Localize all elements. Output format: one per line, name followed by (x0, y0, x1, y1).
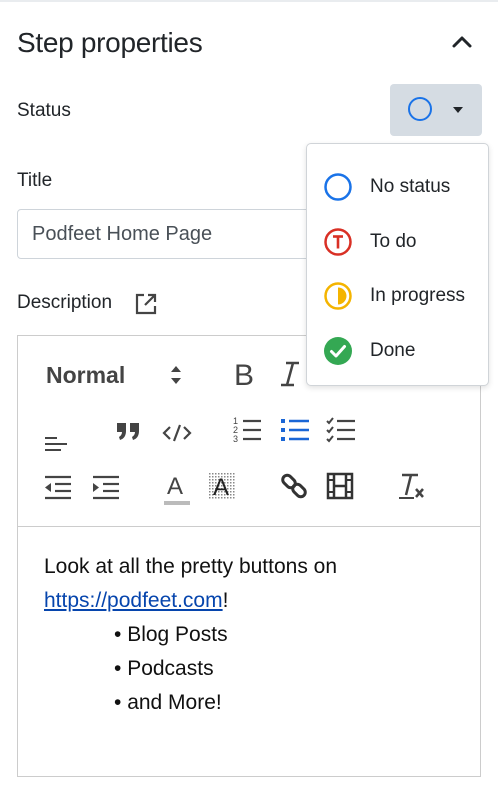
background-color-button[interactable]: A (206, 470, 238, 504)
svg-text:A: A (167, 473, 183, 500)
clear-format-icon (399, 473, 424, 499)
chevron-up-icon (452, 36, 472, 48)
description-label: Description (17, 292, 113, 313)
title-label: Title (17, 170, 53, 191)
check-list-button[interactable] (324, 414, 358, 446)
check-list-icon (326, 417, 355, 443)
bullet-list: Blog Posts Podcasts and More! (44, 618, 337, 720)
list-item: Blog Posts (114, 618, 337, 652)
quote-icon (117, 423, 139, 440)
ring-icon (408, 97, 432, 121)
content-line: Look at all the pretty buttons on (44, 555, 338, 578)
sort-arrows-icon (171, 366, 181, 384)
half-circle-icon (324, 282, 352, 310)
italic-icon (281, 361, 299, 387)
check-circle-icon (324, 337, 352, 365)
collapse-button[interactable] (448, 28, 476, 56)
top-divider (0, 0, 498, 2)
podfeet-link[interactable]: https://podfeet.com (44, 589, 223, 612)
ring-icon (324, 173, 352, 201)
code-block-button[interactable] (160, 418, 194, 448)
title-input[interactable] (17, 209, 347, 259)
link-suffix: ! (222, 589, 229, 612)
status-dropdown-button[interactable] (390, 84, 482, 136)
bullet-list-button[interactable] (278, 414, 312, 446)
text-color-button[interactable]: A (162, 470, 192, 508)
italic-button[interactable] (276, 356, 304, 392)
status-option-to-do[interactable]: To do (307, 217, 488, 265)
code-icon (162, 424, 192, 442)
todo-icon (324, 228, 352, 256)
align-button[interactable] (42, 422, 72, 452)
status-label: Status (17, 100, 71, 121)
status-option-no-status[interactable]: No status (307, 162, 488, 210)
svg-text:A: A (213, 474, 229, 501)
link-icon (281, 473, 307, 499)
outdent-icon (45, 475, 71, 500)
indent-icon (93, 475, 119, 500)
list-item: Podcasts (114, 652, 337, 686)
content-link-line: https://podfeet.com! (44, 584, 337, 618)
svg-text:3: 3 (233, 434, 238, 444)
format-select[interactable]: Normal (46, 360, 181, 390)
status-menu: No status To do In progress Done (306, 143, 489, 386)
panel-title: Step properties (17, 27, 203, 58)
text-color-icon: A (164, 473, 190, 505)
svg-text:B: B (234, 359, 254, 389)
ordered-list-icon: 1 2 3 (233, 416, 261, 444)
list-item: and More! (114, 686, 337, 720)
caret-down-icon (453, 107, 463, 113)
outdent-button[interactable] (42, 472, 74, 502)
clear-format-button[interactable] (396, 470, 428, 502)
toolbar-divider (18, 526, 480, 527)
bullet-list-icon (281, 419, 309, 441)
status-option-done[interactable]: Done (307, 326, 488, 374)
editor-content[interactable]: Look at all the pretty buttons on https:… (44, 550, 337, 720)
external-link-icon[interactable] (134, 292, 158, 316)
video-button[interactable] (324, 470, 356, 502)
indent-button[interactable] (90, 472, 122, 502)
ordered-list-button[interactable]: 1 2 3 (230, 414, 264, 446)
bold-button[interactable]: B (230, 356, 260, 392)
link-button[interactable] (278, 470, 310, 502)
background-color-icon: A (208, 472, 236, 501)
blockquote-button[interactable] (114, 416, 144, 446)
align-left-icon (45, 437, 67, 451)
status-option-in-progress[interactable]: In progress (307, 271, 488, 319)
bold-icon: B (234, 359, 254, 389)
film-icon (326, 472, 354, 500)
rich-text-editor: Normal B 1 2 3 A A Look at all the prett… (17, 335, 481, 777)
